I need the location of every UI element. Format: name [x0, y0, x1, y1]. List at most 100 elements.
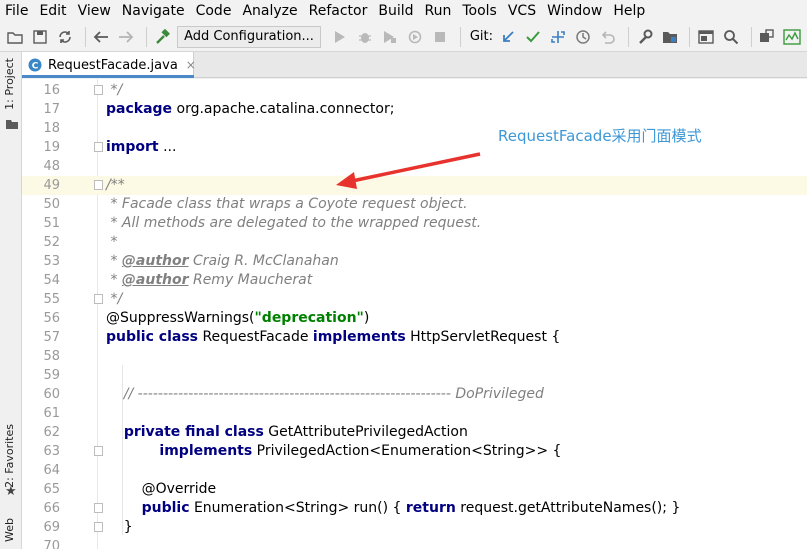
web-tool-tab[interactable]: Web — [3, 518, 16, 542]
menu-edit[interactable]: Edit — [39, 3, 66, 19]
rollback-icon[interactable] — [598, 26, 619, 48]
menu-run[interactable]: Run — [425, 3, 452, 19]
menu-help[interactable]: Help — [613, 3, 645, 19]
favorites-tool-tab[interactable]: 2: Favorites — [3, 424, 16, 488]
line-number: 65 — [43, 482, 60, 497]
code-line[interactable]: 66 public Enumeration<String> run() { re… — [22, 499, 807, 518]
code-token: implements — [312, 329, 406, 345]
code-line[interactable]: 56 @SuppressWarnings("deprecation") — [22, 309, 807, 328]
code-line[interactable]: 16 */ — [22, 81, 807, 100]
project-tool-tab[interactable]: 1: Project — [3, 58, 16, 110]
close-tab-icon[interactable]: × — [186, 58, 196, 72]
profile-icon[interactable] — [405, 26, 426, 48]
code-text: * @author Remy Maucherat — [106, 271, 312, 290]
fold-marker-icon[interactable] — [94, 522, 103, 532]
code-token: Craig R. McClanahan — [188, 253, 339, 269]
line-number: 56 — [43, 311, 60, 326]
menu-vcs[interactable]: VCS — [508, 3, 536, 19]
code-line[interactable]: 65 @Override — [22, 480, 807, 499]
stop-icon[interactable] — [430, 26, 451, 48]
java-class-icon: C — [28, 58, 42, 72]
code-line[interactable]: 60 // ----------------------------------… — [22, 385, 807, 404]
coverage-icon[interactable] — [379, 26, 400, 48]
menu-window[interactable]: Window — [547, 3, 602, 19]
code-token: Enumeration<String> run() { — [189, 500, 406, 516]
code-line[interactable]: 61 — [22, 404, 807, 423]
line-number: 50 — [43, 197, 60, 212]
code-line[interactable]: 50 * Facade class that wraps a Coyote re… — [22, 195, 807, 214]
git-update-icon[interactable] — [497, 26, 518, 48]
code-text: */ — [106, 290, 122, 309]
line-number: 19 — [43, 140, 60, 155]
code-text: // -------------------------------------… — [106, 385, 544, 404]
code-line[interactable]: 62 private final class GetAttributePrivi… — [22, 423, 807, 442]
run-configuration-dropdown[interactable]: Add Configuration... — [177, 25, 321, 48]
fold-marker-icon[interactable] — [94, 180, 103, 190]
wrench-settings-icon[interactable] — [634, 26, 655, 48]
code-text: @SuppressWarnings("deprecation") — [106, 309, 369, 328]
fold-marker-icon[interactable] — [94, 142, 103, 152]
code-text: * Facade class that wraps a Coyote reque… — [106, 195, 467, 214]
menu-tools[interactable]: Tools — [462, 3, 497, 19]
code-line[interactable]: 54 * @author Remy Maucherat — [22, 271, 807, 290]
back-arrow-icon[interactable] — [91, 26, 112, 48]
editor-tab-requestfacade[interactable]: C RequestFacade.java × — [22, 52, 196, 78]
folder-icon — [6, 114, 18, 133]
debug-icon[interactable] — [354, 26, 375, 48]
git-label: Git: — [469, 29, 494, 44]
code-token: org.apache.catalina.connector; — [172, 101, 395, 117]
line-number: 48 — [43, 159, 60, 174]
code-line[interactable]: 59 — [22, 366, 807, 385]
code-line[interactable]: 55 */ — [22, 290, 807, 309]
toolbar-separator — [750, 26, 752, 47]
fold-marker-icon[interactable] — [94, 294, 103, 304]
code-line[interactable]: 69 } — [22, 518, 807, 537]
fold-marker-icon[interactable] — [94, 503, 103, 513]
line-number: 66 — [43, 501, 60, 516]
code-line[interactable]: 58 — [22, 347, 807, 366]
code-token: public — [141, 500, 190, 516]
activity-monitor-icon[interactable] — [782, 26, 803, 48]
history-icon[interactable] — [573, 26, 594, 48]
project-structure-icon[interactable] — [659, 26, 680, 48]
code-token: ... — [158, 139, 177, 155]
build-hammer-icon[interactable] — [152, 26, 173, 48]
line-number: 63 — [43, 444, 60, 459]
line-number: 49 — [43, 178, 60, 193]
menu-navigate[interactable]: Navigate — [122, 3, 185, 19]
menu-analyze[interactable]: Analyze — [242, 3, 297, 19]
code-line[interactable]: 52 * — [22, 233, 807, 252]
menu-file[interactable]: File — [5, 3, 28, 19]
open-folder-icon[interactable] — [4, 26, 25, 48]
line-number: 18 — [43, 121, 60, 136]
code-line[interactable]: 63 implements PrivilegedAction<Enumerati… — [22, 442, 807, 461]
code-line[interactable]: 70 — [22, 537, 807, 549]
code-line[interactable]: 64 — [22, 461, 807, 480]
plugin-icon[interactable] — [757, 26, 778, 48]
menu-refactor[interactable]: Refactor — [309, 3, 368, 19]
code-text: * — [106, 233, 117, 252]
fold-marker-icon[interactable] — [94, 446, 103, 456]
sync-icon[interactable] — [54, 26, 75, 48]
run-icon[interactable] — [329, 26, 350, 48]
code-token: * — [106, 272, 122, 288]
menu-view[interactable]: View — [78, 3, 111, 19]
code-line[interactable]: 51 * All methods are delegated to the wr… — [22, 214, 807, 233]
code-token: package — [106, 101, 173, 117]
forward-arrow-icon[interactable] — [116, 26, 137, 48]
save-icon[interactable] — [29, 26, 50, 48]
code-token: @author — [121, 272, 189, 288]
code-line[interactable]: 53 * @author Craig R. McClanahan — [22, 252, 807, 271]
git-commit-icon[interactable] — [522, 26, 543, 48]
code-line[interactable]: 17 package org.apache.catalina.connector; — [22, 100, 807, 119]
code-token: RequestFacade — [198, 329, 313, 345]
menu-code[interactable]: Code — [196, 3, 232, 19]
menu-build[interactable]: Build — [378, 3, 413, 19]
git-push-icon[interactable] — [547, 26, 568, 48]
terminal-window-icon[interactable] — [695, 26, 716, 48]
search-everywhere-icon[interactable] — [720, 26, 741, 48]
fold-marker-icon[interactable] — [94, 85, 103, 95]
code-text: implements PrivilegedAction<Enumeration<… — [106, 442, 561, 461]
code-line[interactable]: 57 public class RequestFacade implements … — [22, 328, 807, 347]
